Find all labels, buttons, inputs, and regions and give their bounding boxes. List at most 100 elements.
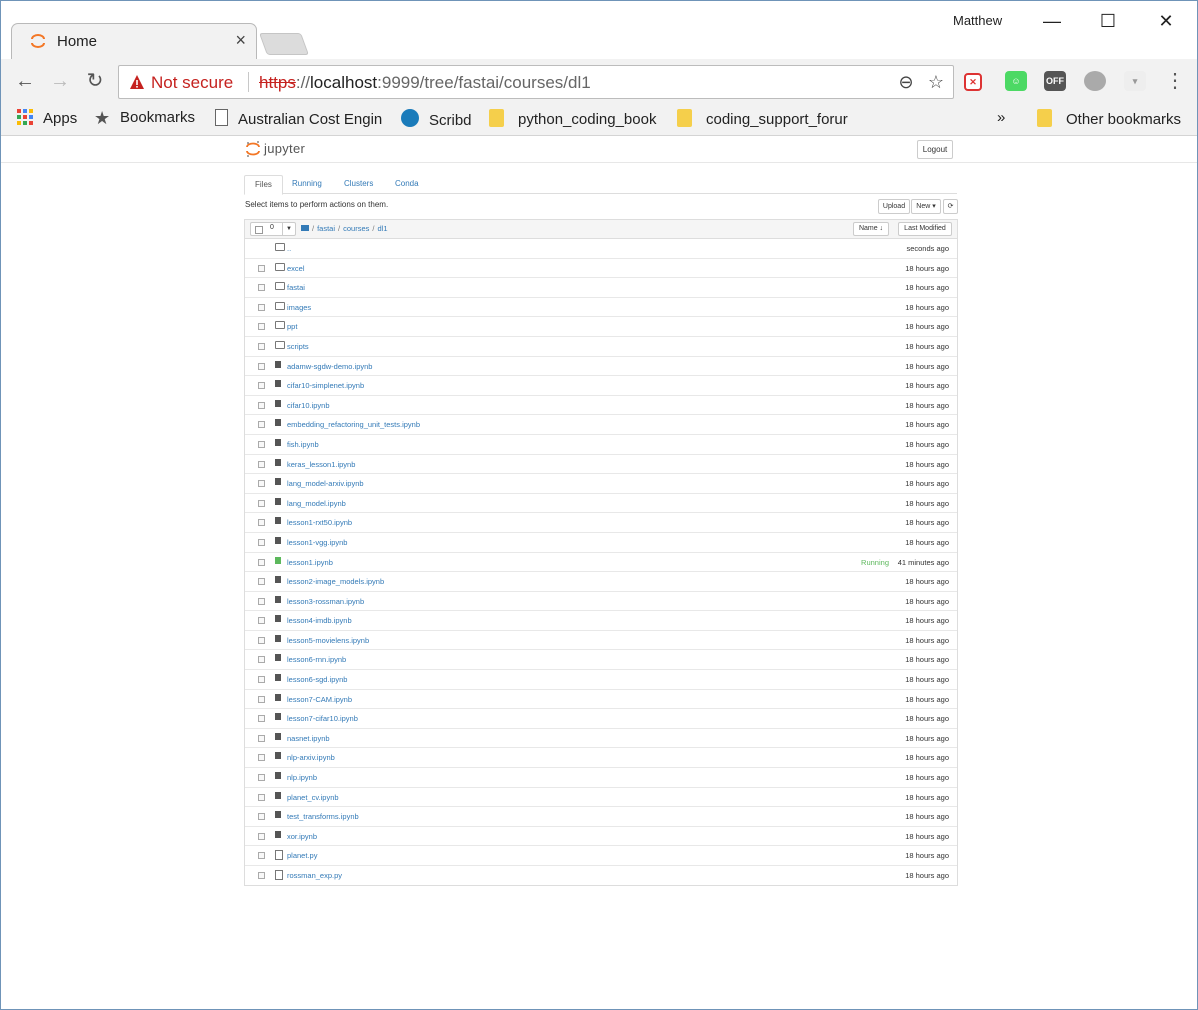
select-all-checkbox[interactable] <box>255 226 263 234</box>
file-name-link[interactable]: lang_model.ipynb <box>287 499 346 508</box>
row-checkbox[interactable] <box>258 676 265 684</box>
file-name-link[interactable]: lesson6-sgd.ipynb <box>287 675 347 684</box>
row-checkbox[interactable] <box>258 382 265 390</box>
table-row[interactable]: adamw-sgdw-demo.ipynb 18 hours ago <box>245 357 957 377</box>
row-checkbox[interactable] <box>258 323 265 331</box>
tab-running[interactable]: Running <box>282 175 332 193</box>
table-row[interactable]: fastai 18 hours ago <box>245 278 957 298</box>
row-checkbox[interactable] <box>258 774 265 782</box>
row-checkbox[interactable] <box>258 872 265 879</box>
off-extension-icon[interactable]: OFF <box>1044 71 1066 91</box>
table-row[interactable]: lesson2-image_models.ipynb 18 hours ago <box>245 572 957 592</box>
row-checkbox[interactable] <box>258 460 265 468</box>
address-bar[interactable]: Not secure https://localhost:9999/tree/f… <box>118 65 954 99</box>
new-dropdown-button[interactable]: New ▾ <box>911 199 941 214</box>
maximize-button[interactable]: ☐ <box>1085 7 1131 35</box>
breadcrumb-item[interactable]: fastai <box>317 224 335 233</box>
table-row[interactable]: planet_cv.ipynb 18 hours ago <box>245 788 957 808</box>
ublock-extension-icon[interactable]: ✕ <box>964 73 982 91</box>
table-row[interactable]: lesson4-imdb.ipynb 18 hours ago <box>245 611 957 631</box>
table-row[interactable]: lesson6-sgd.ipynb 18 hours ago <box>245 670 957 690</box>
file-name-link[interactable]: nlp.ipynb <box>287 773 317 782</box>
row-checkbox[interactable] <box>258 538 265 546</box>
profile-name[interactable]: Matthew <box>953 13 1002 28</box>
table-row[interactable]: scripts 18 hours ago <box>245 337 957 357</box>
row-checkbox[interactable] <box>258 480 265 488</box>
file-name-link[interactable]: images <box>287 303 311 312</box>
table-row[interactable]: lesson7-cifar10.ipynb 18 hours ago <box>245 709 957 729</box>
upload-button[interactable]: Upload <box>878 199 910 214</box>
tab-conda[interactable]: Conda <box>385 175 429 193</box>
file-name-link[interactable]: lesson1-vgg.ipynb <box>287 538 347 547</box>
table-row[interactable]: test_transforms.ipynb 18 hours ago <box>245 807 957 827</box>
file-name-link[interactable]: planet.py <box>287 851 317 860</box>
table-row[interactable]: nasnet.ipynb 18 hours ago <box>245 729 957 749</box>
row-checkbox[interactable] <box>258 617 265 625</box>
reload-icon[interactable]: ↻ <box>81 67 109 95</box>
row-checkbox[interactable] <box>258 264 265 272</box>
bookmark-other[interactable]: Other bookmarks <box>1037 109 1181 128</box>
table-row[interactable]: nlp-arxiv.ipynb 18 hours ago <box>245 748 957 769</box>
bookmark-scribd[interactable]: Scribd <box>401 109 472 129</box>
bookmark-python-coding-book[interactable]: python_coding_book <box>489 109 656 128</box>
file-name-link[interactable]: scripts <box>287 342 309 351</box>
tab-clusters[interactable]: Clusters <box>334 175 383 193</box>
file-name-link[interactable]: lesson1.ipynb <box>287 558 333 567</box>
row-checkbox[interactable] <box>258 578 265 586</box>
row-checkbox[interactable] <box>258 362 265 370</box>
row-checkbox[interactable] <box>258 636 265 644</box>
url-text[interactable]: https://localhost:9999/tree/fastai/cours… <box>259 73 591 93</box>
file-name-link[interactable]: ppt <box>287 322 297 331</box>
tab-close-icon[interactable]: × <box>235 31 246 49</box>
row-checkbox[interactable] <box>258 401 265 409</box>
bookmark-coding-support-forum[interactable]: coding_support_forur <box>677 109 848 128</box>
table-row[interactable]: lesson3-rossman.ipynb 18 hours ago <box>245 592 957 612</box>
file-name-link[interactable]: cifar10-simplenet.ipynb <box>287 381 364 390</box>
home-folder-icon[interactable] <box>301 225 309 231</box>
table-row[interactable]: keras_lesson1.ipynb 18 hours ago <box>245 455 957 475</box>
bookmark-bookmarks[interactable]: ★ Bookmarks <box>94 109 195 127</box>
chevron-down-icon[interactable]: ▼ <box>282 223 295 235</box>
row-checkbox[interactable] <box>258 519 265 527</box>
new-tab-button[interactable] <box>258 33 310 55</box>
file-name-link[interactable]: .. <box>287 244 291 253</box>
file-name-link[interactable]: xor.ipynb <box>287 832 317 841</box>
table-row[interactable]: lang_model.ipynb 18 hours ago <box>245 494 957 514</box>
file-name-link[interactable]: nlp-arxiv.ipynb <box>287 753 335 762</box>
file-name-link[interactable]: lesson4-imdb.ipynb <box>287 616 352 625</box>
file-name-link[interactable]: planet_cv.ipynb <box>287 793 339 802</box>
table-row[interactable]: images 18 hours ago <box>245 298 957 318</box>
logout-button[interactable]: Logout <box>917 140 953 159</box>
row-checkbox[interactable] <box>258 832 265 840</box>
table-row[interactable]: fish.ipynb 18 hours ago <box>245 435 957 455</box>
pocket-extension-icon[interactable]: ▾ <box>1124 71 1146 91</box>
table-row[interactable]: lesson5-movielens.ipynb 18 hours ago <box>245 631 957 651</box>
row-checkbox[interactable] <box>258 440 265 448</box>
file-name-link[interactable]: test_transforms.ipynb <box>287 812 359 821</box>
bookmark-apps[interactable]: Apps <box>17 109 77 127</box>
close-window-button[interactable]: ✕ <box>1143 7 1189 35</box>
table-row[interactable]: embedding_refactoring_unit_tests.ipynb 18… <box>245 415 957 435</box>
row-checkbox[interactable] <box>258 852 265 860</box>
sort-name-button[interactable]: Name ↓ <box>853 222 889 236</box>
table-row[interactable]: cifar10-simplenet.ipynb 18 hours ago <box>245 376 957 396</box>
select-all-control[interactable]: 0 ▼ <box>250 222 296 236</box>
sort-modified-button[interactable]: Last Modified <box>898 222 952 236</box>
file-name-link[interactable]: lesson7-cifar10.ipynb <box>287 714 358 723</box>
file-name-link[interactable]: cifar10.ipynb <box>287 401 330 410</box>
jupyter-logo-icon[interactable] <box>245 140 261 158</box>
row-checkbox[interactable] <box>258 597 265 605</box>
security-label[interactable]: Not secure <box>151 73 233 93</box>
breadcrumb-item[interactable]: courses <box>343 224 369 233</box>
table-row[interactable]: lesson7-CAM.ipynb 18 hours ago <box>245 690 957 710</box>
table-row[interactable]: lang_model-arxiv.ipynb 18 hours ago <box>245 474 957 494</box>
browser-tab[interactable]: Home × <box>11 23 257 60</box>
file-name-link[interactable]: nasnet.ipynb <box>287 734 330 743</box>
zoom-icon[interactable]: ⊖ <box>895 71 917 93</box>
row-checkbox[interactable] <box>258 303 265 311</box>
back-arrow-icon[interactable]: ← <box>11 67 39 95</box>
file-name-link[interactable]: adamw-sgdw-demo.ipynb <box>287 362 372 371</box>
table-row[interactable]: lesson1-vgg.ipynb 18 hours ago <box>245 533 957 553</box>
table-row[interactable]: .. seconds ago <box>245 239 957 259</box>
table-row[interactable]: ppt 18 hours ago <box>245 317 957 337</box>
